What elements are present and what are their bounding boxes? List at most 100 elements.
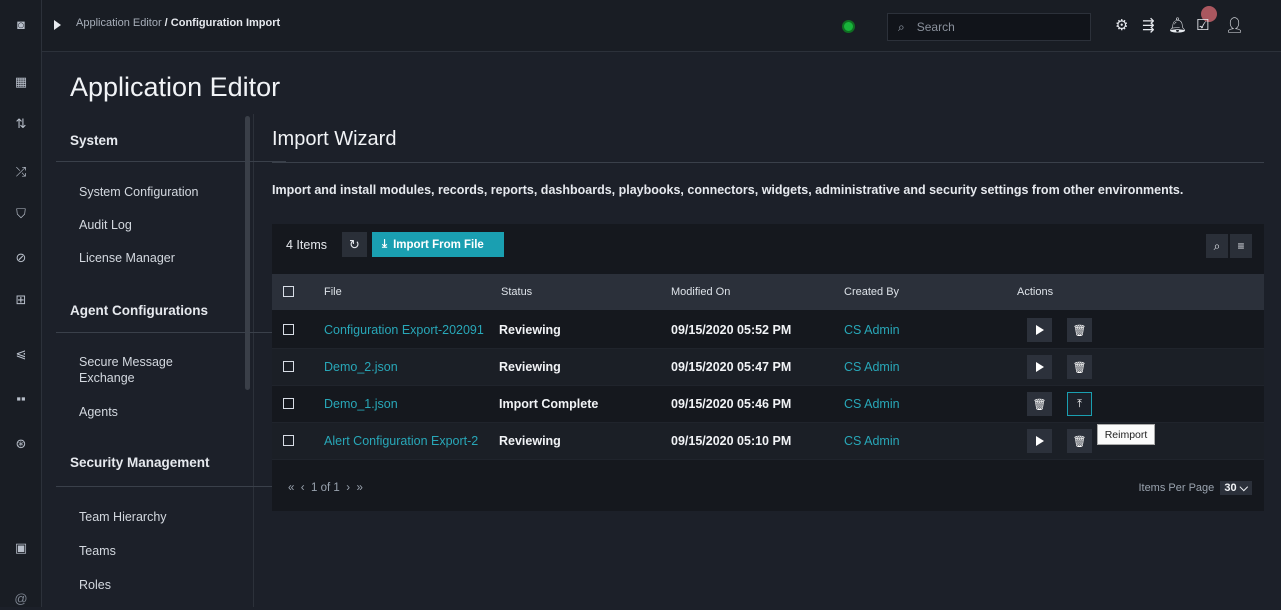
dashboard-icon[interactable]: ▦: [0, 70, 42, 94]
trash-icon: 🗑︎: [1072, 435, 1087, 448]
file-link[interactable]: Demo_2.json: [324, 360, 496, 374]
column-header-created-by[interactable]: Created By: [844, 286, 899, 298]
sidebar-item-roles[interactable]: Roles: [79, 577, 229, 593]
column-header-status[interactable]: Status: [501, 286, 532, 298]
modified-date: 09/15/2020 05:46 PM: [671, 397, 792, 411]
top-bar: Application Editor / Configuration Impor…: [42, 0, 1281, 52]
import-from-file-button[interactable]: ⤓ Import From File: [372, 232, 504, 257]
select-all-checkbox[interactable]: [283, 286, 294, 297]
status-indicator-icon[interactable]: [842, 20, 855, 33]
app-icon[interactable]: ◙: [0, 12, 42, 36]
file-link[interactable]: Demo_1.json: [324, 397, 496, 411]
chart-icon[interactable]: ⩿: [0, 342, 42, 366]
divider: [56, 332, 286, 333]
divider: [272, 162, 1264, 163]
grid-search-button[interactable]: ⌕: [1206, 234, 1228, 258]
delete-button[interactable]: 🗑︎: [1027, 392, 1052, 416]
grid-icon[interactable]: ▪▪: [0, 386, 42, 410]
row-checkbox[interactable]: [283, 361, 294, 372]
items-per-page-select[interactable]: 30 ⌵: [1220, 481, 1252, 495]
sidebar-item-audit-log[interactable]: Audit Log: [79, 217, 229, 233]
user-icon[interactable]: 👤︎: [1225, 16, 1244, 34]
breadcrumb-current: Configuration Import: [170, 17, 281, 29]
description-text: Import and install modules, records, rep…: [272, 183, 1184, 197]
sidebar-item-license-manager[interactable]: License Manager: [79, 250, 229, 266]
column-menu-button[interactable]: ≡: [1230, 234, 1252, 258]
created-by-link[interactable]: CS Admin: [844, 397, 900, 411]
search-placeholder: Search: [916, 20, 955, 34]
status-text: Reviewing: [499, 323, 561, 337]
clipboard-icon[interactable]: ▣: [0, 536, 42, 560]
chevron-down-icon: ⌵: [1239, 482, 1248, 494]
speed-icon[interactable]: ⊘: [0, 246, 42, 270]
run-button[interactable]: [1027, 429, 1052, 453]
grid-toolbar: 4 Items ↻ ⤓ Import From File ⌕ ≡: [272, 224, 1264, 274]
menu-icon: ≡: [1237, 239, 1245, 253]
next-page-button[interactable]: ›: [346, 482, 350, 494]
page-title: Application Editor: [70, 72, 281, 102]
section-heading: Import Wizard: [272, 128, 397, 150]
status-text: Reviewing: [499, 360, 561, 374]
sidebar-section-system: System: [70, 133, 119, 148]
column-header-actions: Actions: [1017, 286, 1054, 298]
row-checkbox[interactable]: [283, 435, 294, 446]
sidebar-item-team-hierarchy[interactable]: Team Hierarchy: [79, 509, 229, 525]
at-icon[interactable]: @: [0, 586, 42, 610]
last-page-button[interactable]: »: [356, 482, 362, 494]
refresh-icon: ↻: [349, 236, 360, 252]
sort-icon[interactable]: ⇅: [0, 112, 42, 136]
gear-icon[interactable]: ⚙: [1115, 16, 1128, 34]
delete-button[interactable]: 🗑︎: [1067, 355, 1092, 379]
bell-icon[interactable]: 🔔︎: [1168, 16, 1187, 34]
breadcrumb: Application Editor / Configuration Impor…: [76, 17, 280, 29]
run-button[interactable]: [1027, 318, 1052, 342]
divider: [56, 486, 286, 487]
trash-icon: 🗑︎: [1072, 324, 1087, 337]
search-input[interactable]: ⌕ Search: [887, 13, 1091, 41]
delete-button[interactable]: 🗑︎: [1067, 318, 1092, 342]
refresh-button[interactable]: ↻: [342, 232, 367, 257]
created-by-link[interactable]: CS Admin: [844, 323, 900, 337]
reimport-icon: ⤒: [1077, 397, 1082, 410]
transfer-icon[interactable]: ⇶: [1142, 16, 1155, 34]
row-checkbox[interactable]: [283, 398, 294, 409]
sidebar-item-system-configuration[interactable]: System Configuration: [79, 184, 229, 200]
pagination: « ‹ 1 of 1 › »: [288, 482, 363, 494]
sidebar-item-secure-message-exchange[interactable]: Secure Message Exchange: [79, 354, 209, 386]
table-row[interactable]: Demo_1.json Import Complete 09/15/2020 0…: [272, 386, 1264, 423]
file-link[interactable]: Alert Configuration Export-2: [324, 434, 496, 448]
import-button-label: Import From File: [393, 238, 484, 251]
created-by-link[interactable]: CS Admin: [844, 434, 900, 448]
status-text: Import Complete: [499, 397, 599, 411]
run-button[interactable]: [1027, 355, 1052, 379]
briefcase-icon[interactable]: ⊞: [0, 288, 42, 312]
title-bar: Application Editor: [42, 52, 1281, 114]
breadcrumb-separator: /: [164, 17, 168, 29]
table-row[interactable]: Demo_2.json Reviewing 09/15/2020 05:47 P…: [272, 349, 1264, 386]
file-link[interactable]: Configuration Export-202091: [324, 323, 496, 337]
shield-icon[interactable]: ⛉: [0, 202, 42, 226]
breadcrumb-parent[interactable]: Application Editor: [76, 17, 162, 29]
created-by-link[interactable]: CS Admin: [844, 360, 900, 374]
clipboard-check-icon[interactable]: ☑: [1196, 16, 1209, 34]
reimport-button[interactable]: ⤒: [1067, 392, 1092, 416]
main-content: Import Wizard Import and install modules…: [254, 114, 1281, 607]
items-per-page-label: Items Per Page: [1138, 482, 1215, 494]
reimport-tooltip: Reimport: [1097, 424, 1155, 445]
shuffle-icon[interactable]: ⤮: [0, 160, 42, 184]
first-page-button[interactable]: «: [288, 482, 294, 494]
sidebar-toggle-icon[interactable]: [54, 20, 61, 30]
row-checkbox[interactable]: [283, 324, 294, 335]
prev-page-button[interactable]: ‹: [301, 482, 305, 494]
help-icon[interactable]: ⊛: [0, 432, 42, 456]
modified-date: 09/15/2020 05:52 PM: [671, 323, 792, 337]
sidebar-item-agents[interactable]: Agents: [79, 404, 229, 420]
column-header-file[interactable]: File: [324, 286, 342, 298]
sidebar-item-teams[interactable]: Teams: [79, 543, 229, 559]
table-row[interactable]: Configuration Export-202091 Reviewing 09…: [272, 312, 1264, 349]
column-header-modified-on[interactable]: Modified On: [671, 286, 730, 298]
sidebar-scrollbar[interactable]: [245, 116, 250, 390]
sidebar-section-agent-configurations: Agent Configurations: [70, 303, 208, 318]
delete-button[interactable]: 🗑︎: [1067, 429, 1092, 453]
icon-rail: ◙ ▦ ⇅ ⤮ ⛉ ⊘ ⊞ ⩿ ▪▪ ⊛ ▣ @: [0, 0, 42, 607]
